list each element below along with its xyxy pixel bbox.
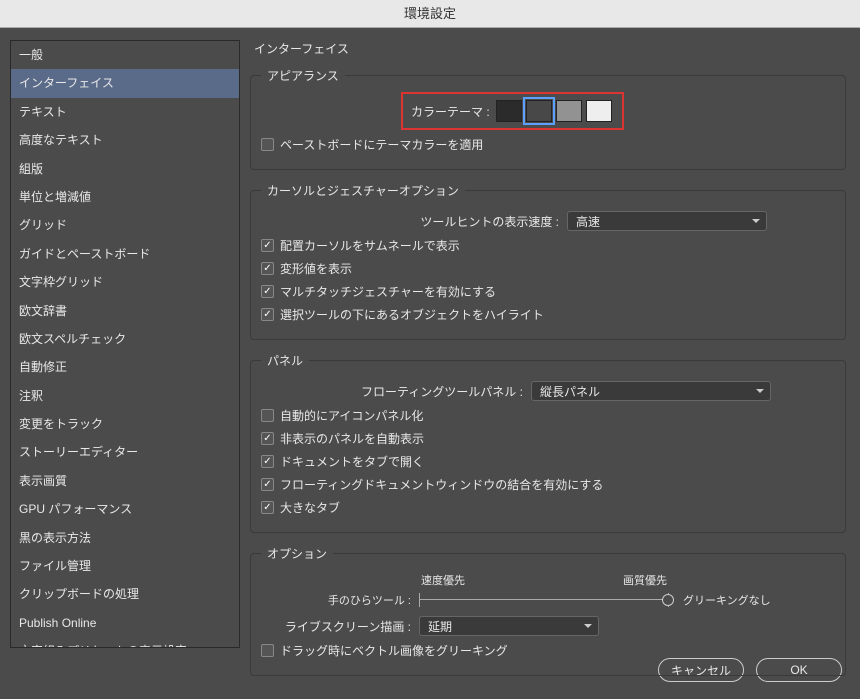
appearance-legend: アピアランス (261, 67, 345, 84)
checkbox-label: 選択ツールの下にあるオブジェクトをハイライト (280, 306, 544, 323)
checkbox-label: 配置カーソルをサムネールで表示 (280, 237, 460, 254)
checkbox-row: マルチタッチジェスチャーを有効にする (261, 283, 835, 300)
panel-group: パネル フローティングツールパネル : 縦長パネル 自動的にアイコンパネル化非表… (250, 352, 846, 533)
checkbox-row: 非表示のパネルを自動表示 (261, 430, 835, 447)
theme-swatch[interactable] (556, 100, 582, 122)
sidebar-item[interactable]: ファイル管理 (11, 552, 239, 580)
slider-knob[interactable] (662, 594, 674, 606)
sidebar-item[interactable]: Publish Online (11, 609, 239, 637)
checkbox[interactable] (261, 409, 274, 422)
sidebar-item[interactable]: 欧文スペルチェック (11, 325, 239, 353)
sidebar-item[interactable]: テキスト (11, 98, 239, 126)
floating-panel-label: フローティングツールパネル : (361, 383, 523, 400)
checkbox-row: ドキュメントをタブで開く (261, 453, 835, 470)
options-legend: オプション (261, 545, 333, 562)
category-sidebar: 一般インターフェイステキスト高度なテキスト組版単位と増減値グリッドガイドとペース… (10, 40, 240, 648)
sidebar-item[interactable]: 変更をトラック (11, 410, 239, 438)
sidebar-item[interactable]: 表示画質 (11, 467, 239, 495)
checkbox-label: フローティングドキュメントウィンドウの結合を有効にする (280, 476, 603, 493)
checkbox-row: 自動的にアイコンパネル化 (261, 407, 835, 424)
theme-swatch[interactable] (526, 100, 552, 122)
checkbox-label: 変形値を表示 (280, 260, 352, 277)
live-screen-label: ライブスクリーン描画 : (261, 618, 411, 635)
checkbox-label: 非表示のパネルを自動表示 (280, 430, 424, 447)
page-heading: インターフェイス (250, 40, 846, 57)
main-area: 一般インターフェイステキスト高度なテキスト組版単位と増減値グリッドガイドとペース… (0, 28, 860, 648)
drag-greek-row: ドラッグ時にベクトル画像をグリーキング (261, 642, 835, 659)
sidebar-item[interactable]: 欧文辞書 (11, 297, 239, 325)
color-theme-label: カラーテーマ : (411, 103, 490, 120)
checkbox-label: 大きなタブ (280, 499, 340, 516)
live-screen-select[interactable]: 延期 (419, 616, 599, 636)
checkbox-row: フローティングドキュメントウィンドウの結合を有効にする (261, 476, 835, 493)
sidebar-item[interactable]: 高度なテキスト (11, 126, 239, 154)
appearance-group: アピアランス カラーテーマ : ペーストボードにテーマカラーを適用 (250, 67, 846, 170)
sidebar-item[interactable]: 一般 (11, 41, 239, 69)
checkbox-label: マルチタッチジェスチャーを有効にする (280, 283, 496, 300)
checkbox-row: 配置カーソルをサムネールで表示 (261, 237, 835, 254)
sidebar-item[interactable]: ストーリーエディター (11, 438, 239, 466)
checkbox-label: 自動的にアイコンパネル化 (280, 407, 423, 424)
sidebar-item[interactable]: 文字枠グリッド (11, 268, 239, 296)
cursor-legend: カーソルとジェスチャーオプション (261, 182, 465, 199)
panel-legend: パネル (261, 352, 309, 369)
sidebar-item[interactable]: 黒の表示方法 (11, 524, 239, 552)
drag-greek-label: ドラッグ時にベクトル画像をグリーキング (280, 642, 508, 659)
checkbox[interactable] (261, 501, 274, 514)
content-panel: インターフェイス アピアランス カラーテーマ : ペーストボードにテーマカラーを… (250, 40, 850, 648)
floating-panel-select[interactable]: 縦長パネル (531, 381, 771, 401)
no-greek-label: グリーキングなし (683, 592, 771, 608)
sidebar-item[interactable]: ガイドとペーストボード (11, 240, 239, 268)
color-theme-swatches (496, 100, 612, 122)
window-title: 環境設定 (0, 0, 860, 28)
checkbox[interactable] (261, 478, 274, 491)
checkbox[interactable] (261, 308, 274, 321)
pasteboard-label: ペーストボードにテーマカラーを適用 (280, 136, 483, 153)
pasteboard-checkbox[interactable] (261, 138, 274, 151)
sidebar-item[interactable]: GPU パフォーマンス (11, 495, 239, 523)
checkbox[interactable] (261, 285, 274, 298)
checkbox[interactable] (261, 239, 274, 252)
quality-priority-label: 画質優先 (623, 572, 667, 588)
color-theme-highlight: カラーテーマ : (401, 92, 624, 130)
sidebar-item[interactable]: クリップボードの処理 (11, 580, 239, 608)
checkbox[interactable] (261, 432, 274, 445)
theme-swatch[interactable] (586, 100, 612, 122)
cursor-group: カーソルとジェスチャーオプション ツールヒントの表示速度 : 高速 配置カーソル… (250, 182, 846, 340)
speed-priority-label: 速度優先 (421, 572, 465, 588)
checkbox-label: ドキュメントをタブで開く (280, 453, 424, 470)
checkbox-row: 変形値を表示 (261, 260, 835, 277)
sidebar-item[interactable]: インターフェイス (11, 69, 239, 97)
checkbox-row: 選択ツールの下にあるオブジェクトをハイライト (261, 306, 835, 323)
hand-tool-slider[interactable] (419, 593, 669, 607)
sidebar-item[interactable]: 注釈 (11, 382, 239, 410)
sidebar-item[interactable]: 文字組みプリセットの表示設定 (11, 637, 239, 648)
checkbox-row: 大きなタブ (261, 499, 835, 516)
theme-swatch[interactable] (496, 100, 522, 122)
drag-greek-checkbox[interactable] (261, 644, 274, 657)
sidebar-item[interactable]: グリッド (11, 211, 239, 239)
checkbox[interactable] (261, 455, 274, 468)
sidebar-item[interactable]: 単位と増減値 (11, 183, 239, 211)
options-group: オプション 速度優先 画質優先 手のひらツール : グリーキングなし (250, 545, 846, 676)
hand-tool-label: 手のひらツール : (261, 592, 411, 608)
sidebar-item[interactable]: 組版 (11, 155, 239, 183)
tool-hint-select[interactable]: 高速 (567, 211, 767, 231)
tool-hint-label: ツールヒントの表示速度 : (329, 213, 559, 230)
sidebar-item[interactable]: 自動修正 (11, 353, 239, 381)
checkbox[interactable] (261, 262, 274, 275)
pasteboard-row: ペーストボードにテーマカラーを適用 (261, 136, 835, 153)
